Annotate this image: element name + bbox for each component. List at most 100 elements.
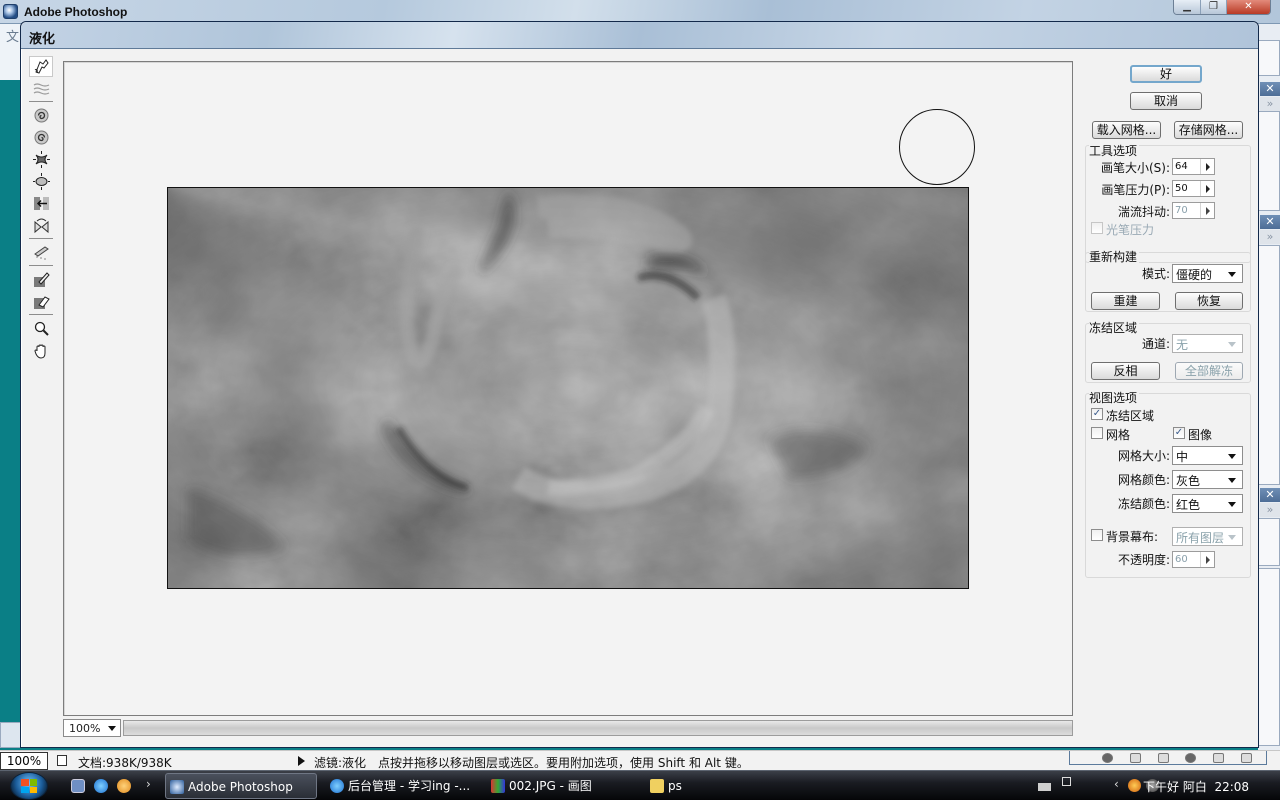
mesh-size-value: 中 [1176,450,1189,464]
layer-mask-icon[interactable] [1129,752,1141,763]
tray-clock-area[interactable]: 下午好 阿白 22:08 [1143,778,1249,795]
freeze-color-select[interactable]: 红色 [1172,494,1243,513]
options-panel: 好 取消 载入网格... 存储网格... 工具选项 画笔大小(S): 64 画笔… [1082,52,1254,742]
palette-panel [1258,111,1280,211]
hand-tool[interactable] [29,340,53,361]
trash-icon[interactable] [1240,752,1252,763]
qq-icon[interactable] [117,779,131,793]
show-frozen-areas-checkbox[interactable]: ✓ [1091,408,1103,420]
minimize-button[interactable]: ▁ [1174,0,1200,14]
mesh-size-select[interactable]: 中 [1172,446,1243,465]
photoshop-toolbox-logo-icon[interactable] [0,722,22,748]
palette-close-icon[interactable]: ✕ [1260,488,1280,502]
freeze-mask-tool[interactable] [29,269,53,290]
twirl-counterclockwise-icon [34,130,48,145]
brush-size-field[interactable]: 64 [1172,158,1215,175]
show-backdrop-checkbox[interactable] [1091,529,1103,541]
forward-warp-tool[interactable] [29,56,53,77]
bloat-tool[interactable] [29,171,53,192]
turbulence-tool[interactable] [29,78,53,99]
palette-expand-icon[interactable]: » [1260,503,1280,517]
reconstruct-tool[interactable] [29,242,53,263]
slider-arrow-icon[interactable] [1206,556,1210,564]
task-paint[interactable]: 002.JPG - 画图 [487,773,639,799]
twirl-clockwise-tool[interactable] [29,105,53,126]
mirror-icon [34,218,48,234]
mirror-tool[interactable] [29,215,53,236]
palette-expand-icon[interactable]: » [1260,230,1280,244]
document-icon[interactable] [57,755,67,766]
layer-set-folder-icon[interactable] [1157,752,1169,763]
thaw-all-button[interactable]: 全部解冻 [1175,362,1243,380]
load-mesh-button[interactable]: 载入网格... [1092,121,1161,139]
palette-scroll-panel[interactable] [1258,245,1280,485]
preview-canvas[interactable] [63,61,1073,716]
backdrop-layer-value: 所有图层 [1176,531,1225,545]
backdrop-layer-select[interactable]: 所有图层 [1172,527,1243,546]
palette-expand-icon[interactable]: » [1260,97,1280,111]
new-layer-icon[interactable] [1212,752,1224,763]
restore-button[interactable]: ❐ [1200,0,1226,14]
opacity-field[interactable]: 60 [1172,551,1215,568]
thaw-mask-icon [33,296,50,309]
horizontal-scrollbar[interactable] [123,720,1073,736]
show-image-checkbox[interactable]: ✓ [1173,427,1185,439]
chevron-down-icon [1228,272,1236,277]
show-hidden-icons-chevron[interactable]: ‹ [1114,777,1127,791]
slider-arrow-icon[interactable] [1206,207,1210,215]
layers-scroll-panel[interactable] [1258,568,1280,746]
invert-button[interactable]: 反相 [1091,362,1160,380]
backdrop-label: 背景幕布: [1106,530,1159,544]
task-label: 002.JPG - 画图 [509,779,592,793]
show-desktop-icon[interactable] [71,779,85,793]
keyboard-icon[interactable] [1038,783,1051,791]
internet-explorer-icon[interactable] [94,779,108,793]
liquified-image[interactable] [167,187,969,589]
qq-tray-icon[interactable] [1128,779,1141,792]
status-menu-arrow-icon[interactable] [298,756,305,766]
chevron-down-icon [1228,478,1236,483]
palette-close-icon[interactable]: ✕ [1260,82,1280,96]
quick-launch-more[interactable]: › [146,777,151,791]
stylus-pressure-checkbox[interactable] [1091,222,1103,234]
push-left-tool[interactable] [29,193,53,214]
slider-arrow-icon[interactable] [1206,163,1210,171]
zoom-level-select[interactable]: 100% [63,719,121,737]
task-label: ps [668,779,682,793]
pucker-tool[interactable] [29,149,53,170]
task-browser[interactable]: 后台管理 - 学习ing -... [326,773,478,799]
restore-all-button[interactable]: 恢复 [1175,292,1243,310]
save-mesh-button[interactable]: 存储网格... [1174,121,1243,139]
brush-pressure-field[interactable]: 50 [1172,180,1215,197]
turbulent-jitter-field[interactable]: 70 [1172,202,1215,219]
show-mesh-checkbox[interactable] [1091,427,1103,439]
tool-options-title: 工具选项 [1089,142,1140,159]
thaw-mask-tool[interactable] [29,291,53,312]
channel-select[interactable]: 无 [1172,334,1243,353]
ok-button[interactable]: 好 [1130,65,1202,83]
task-photoshop[interactable]: Adobe Photoshop [165,773,317,799]
task-folder-ps[interactable]: ps [646,773,798,799]
photoshop-app-icon[interactable] [3,4,18,19]
reconstruct-button[interactable]: 重建 [1091,292,1160,310]
chevron-down-icon [1228,454,1236,459]
dialog-titlebar[interactable]: 液化 [21,22,1258,49]
language-bar-icon[interactable] [1062,777,1071,786]
task-label: Adobe Photoshop [188,780,293,794]
channel-label: 通道: [1141,337,1170,351]
freeze-mask-icon [33,272,50,287]
twirl-counterclockwise-tool[interactable] [29,127,53,148]
layer-style-icon[interactable] [1102,752,1114,763]
freeze-color-label: 冻结颜色: [1117,497,1170,511]
slider-arrow-icon[interactable] [1206,185,1210,193]
palette-close-icon[interactable]: ✕ [1260,215,1280,229]
close-button[interactable]: ✕ [1226,0,1270,14]
adjustment-layer-icon[interactable] [1185,752,1197,763]
mode-select[interactable]: 僵硬的 [1172,264,1243,283]
mesh-color-select[interactable]: 灰色 [1172,470,1243,489]
greeting-text: 下午好 阿白 [1143,780,1207,794]
status-zoom-field[interactable]: 100% [0,752,48,770]
zoom-tool[interactable] [29,318,53,339]
internet-explorer-icon [330,779,344,793]
cancel-button[interactable]: 取消 [1130,92,1202,110]
